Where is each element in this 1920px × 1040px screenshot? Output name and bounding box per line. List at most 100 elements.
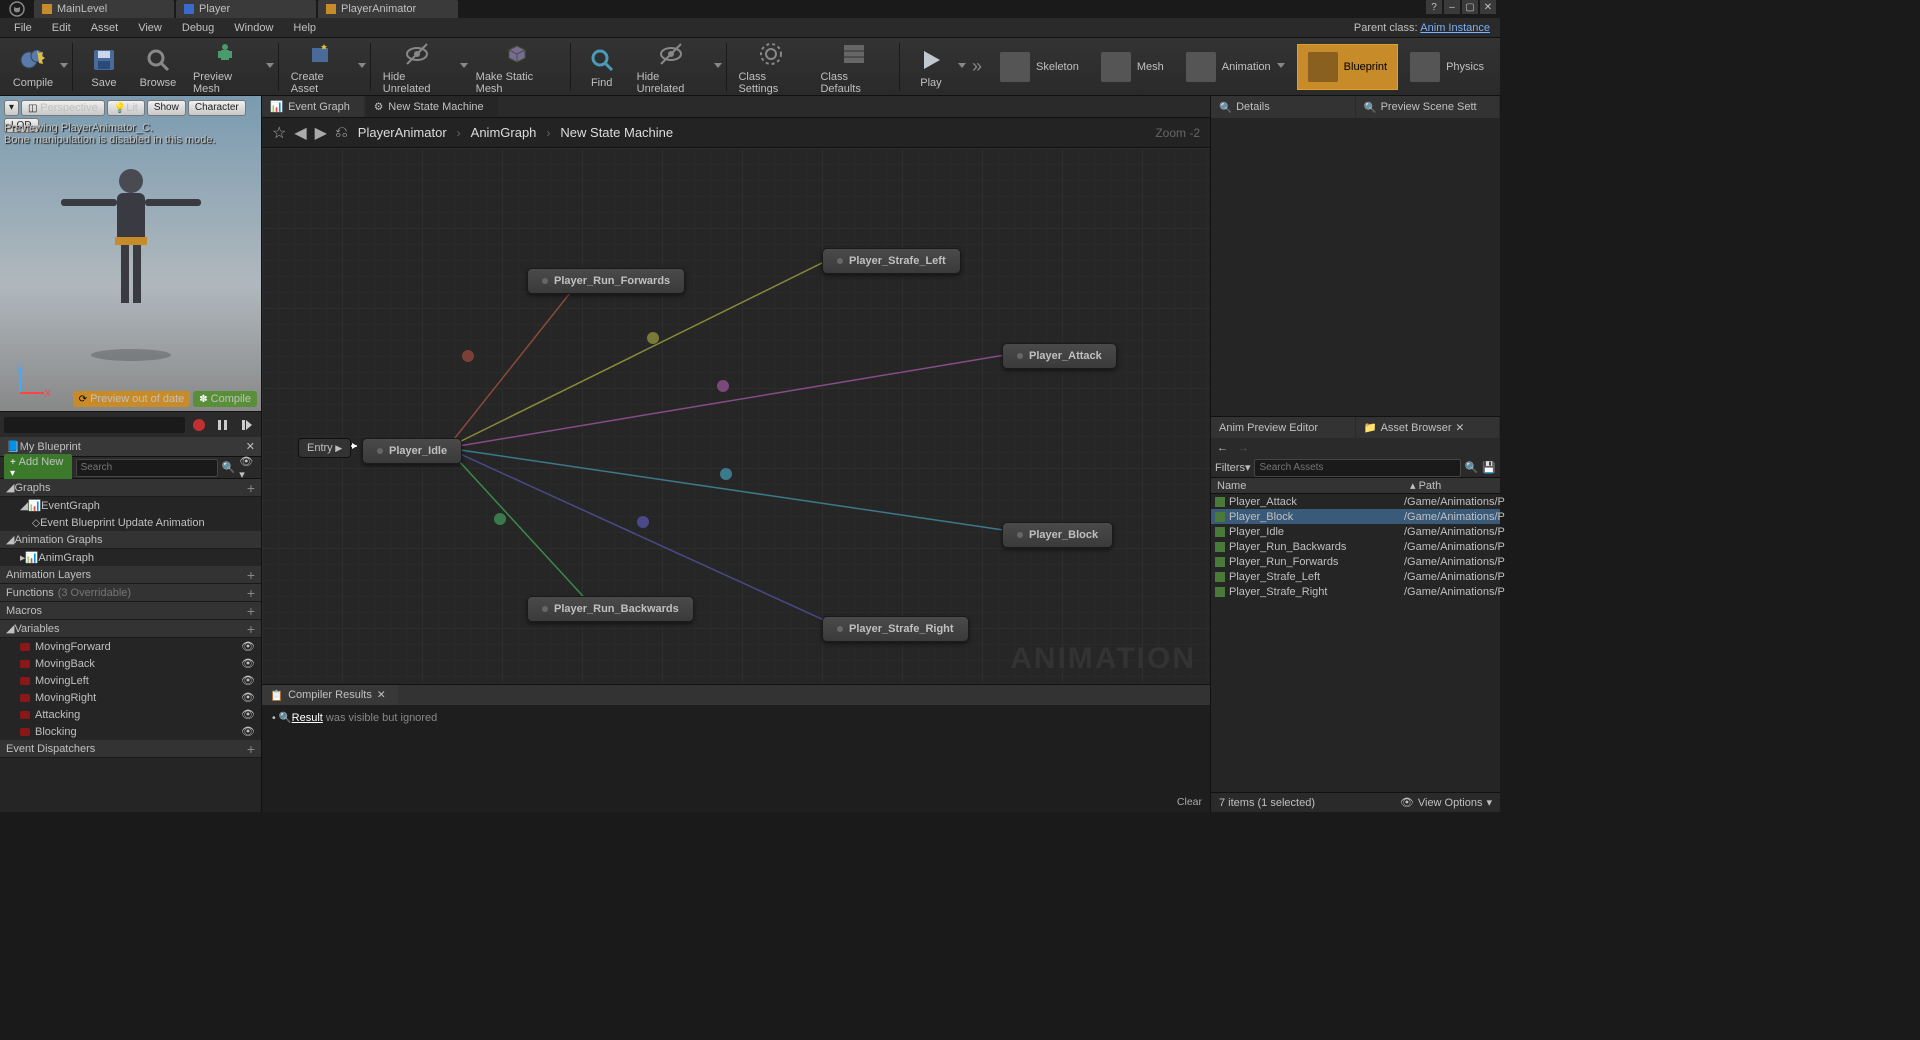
menu-asset[interactable]: Asset xyxy=(81,20,129,36)
asset-row[interactable]: Player_Strafe_Left/Game/Animations/P xyxy=(1211,569,1500,584)
var-movingright[interactable]: MovingRight👁 xyxy=(0,689,261,706)
create-asset-button[interactable]: Create Asset xyxy=(283,37,358,97)
menu-file[interactable]: File xyxy=(4,20,42,36)
compile-dropdown[interactable] xyxy=(60,63,68,71)
var-movingback[interactable]: MovingBack👁 xyxy=(0,655,261,672)
nav-back-button[interactable]: ◀ xyxy=(294,123,306,143)
var-movingforward[interactable]: MovingForward👁 xyxy=(0,638,261,655)
pause-button[interactable] xyxy=(213,415,233,435)
compiler-results-tab[interactable]: 📋 Compiler Results ✕ xyxy=(262,685,398,705)
transition-dot[interactable] xyxy=(494,513,506,525)
search-icon[interactable]: 🔍 xyxy=(1465,461,1479,474)
tab-asset-browser[interactable]: 📁 Asset Browser ✕ xyxy=(1356,417,1500,438)
mode-mesh[interactable]: Mesh xyxy=(1091,44,1174,90)
node-player-idle[interactable]: Player_Idle xyxy=(362,438,462,464)
make-static-mesh-button[interactable]: Make Static Mesh xyxy=(468,37,566,97)
var-movingleft[interactable]: MovingLeft👁 xyxy=(0,672,261,689)
var-visibility-icon[interactable]: 👁 xyxy=(241,691,255,704)
save-filter-icon[interactable]: 💾 xyxy=(1482,461,1496,474)
tab-new-state-machine[interactable]: ⚙ New State Machine xyxy=(366,96,498,117)
asset-row[interactable]: Player_Run_Forwards/Game/Animations/P xyxy=(1211,554,1500,569)
parent-class-link[interactable]: Anim Instance xyxy=(1420,22,1490,34)
viewport-lit-button[interactable]: 💡Lit xyxy=(107,100,145,116)
section-macros[interactable]: Macros+ xyxy=(0,602,261,620)
transition-dot[interactable] xyxy=(720,468,732,480)
mode-blueprint[interactable]: Blueprint xyxy=(1297,44,1398,90)
class-settings-button[interactable]: Class Settings xyxy=(730,37,812,97)
menu-window[interactable]: Window xyxy=(224,20,283,36)
menu-edit[interactable]: Edit xyxy=(42,20,81,36)
create-asset-dropdown[interactable] xyxy=(358,63,366,71)
asset-nav-forward[interactable]: → xyxy=(1238,442,1249,454)
class-defaults-button[interactable]: Class Defaults xyxy=(812,37,895,97)
node-player-strafe-left[interactable]: Player_Strafe_Left xyxy=(822,248,961,274)
filters-dropdown[interactable]: Filters▾ xyxy=(1215,461,1250,474)
mode-skeleton[interactable]: Skeleton xyxy=(990,44,1089,90)
asset-row[interactable]: Player_Attack/Game/Animations/P xyxy=(1211,494,1500,509)
asset-row[interactable]: Player_Strafe_Right/Game/Animations/P xyxy=(1211,584,1500,599)
asset-row[interactable]: Player_Block/Game/Animations/P xyxy=(1211,509,1500,524)
my-blueprint-tree[interactable]: ◢Graphs+ ◢📊 EventGraph ◇ Event Blueprint… xyxy=(0,479,261,812)
add-dispatcher-icon[interactable]: + xyxy=(247,741,255,757)
node-player-run-backwards[interactable]: Player_Run_Backwards xyxy=(527,596,694,622)
asset-nav-back[interactable]: ← xyxy=(1217,442,1228,454)
my-blueprint-close-icon[interactable]: ✕ xyxy=(246,440,255,453)
preview-mesh-dropdown[interactable] xyxy=(266,63,274,71)
tab-mainlevel[interactable]: MainLevel xyxy=(34,0,174,18)
transition-dot[interactable] xyxy=(637,516,649,528)
item-animgraph[interactable]: ▸📊 AnimGraph xyxy=(0,549,261,566)
viewport-options-button[interactable]: ▾ xyxy=(4,100,19,116)
add-variable-icon[interactable]: + xyxy=(247,621,255,637)
preview-mesh-button[interactable]: Preview Mesh xyxy=(185,37,266,97)
crumb-animgraph[interactable]: AnimGraph xyxy=(471,125,537,140)
modes-overflow-icon[interactable]: » xyxy=(966,56,988,77)
nav-forward-button[interactable]: ▶ xyxy=(315,123,327,143)
section-animation-layers[interactable]: Animation Layers+ xyxy=(0,566,261,584)
search-icon[interactable]: 🔍 xyxy=(222,461,236,474)
viewport-character-button[interactable]: Character xyxy=(188,100,246,116)
compiler-clear-button[interactable]: Clear xyxy=(1177,796,1202,808)
section-functions[interactable]: Functions (3 Overridable)+ xyxy=(0,584,261,602)
viewport-show-button[interactable]: Show xyxy=(147,100,186,116)
add-macro-icon[interactable]: + xyxy=(247,603,255,619)
node-player-run-forwards[interactable]: Player_Run_Forwards xyxy=(527,268,685,294)
add-function-icon[interactable]: + xyxy=(247,585,255,601)
step-button[interactable] xyxy=(237,415,257,435)
asset-row[interactable]: Player_Idle/Game/Animations/P xyxy=(1211,524,1500,539)
mode-animation[interactable]: Animation xyxy=(1176,44,1295,90)
entry-node[interactable]: Entry ▶ xyxy=(298,438,351,458)
transition-dot[interactable] xyxy=(717,380,729,392)
viewport-perspective-button[interactable]: ◫ Perspective xyxy=(21,100,105,116)
state-machine-graph[interactable]: Entry ▶ Player_Idle Player_Run_Forwards … xyxy=(262,148,1210,684)
node-player-block[interactable]: Player_Block xyxy=(1002,522,1113,548)
var-blocking[interactable]: Blocking👁 xyxy=(0,723,261,740)
browse-button[interactable]: Browse xyxy=(131,43,185,91)
find-button[interactable]: Find xyxy=(575,43,629,91)
compile-button[interactable]: Compile xyxy=(6,43,60,91)
var-visibility-icon[interactable]: 👁 xyxy=(241,657,255,670)
transition-dot[interactable] xyxy=(462,350,474,362)
hide-unrelated2-dropdown[interactable] xyxy=(714,63,722,71)
view-options-button[interactable]: 👁 View Options▾ xyxy=(1400,796,1492,809)
preview-viewport[interactable]: ▾ ◫ Perspective 💡Lit Show Character LOD … xyxy=(0,96,261,411)
add-layer-icon[interactable]: + xyxy=(247,567,255,583)
preview-out-of-date-badge[interactable]: ⟳ Preview out of date xyxy=(73,391,191,407)
asset-row[interactable]: Player_Run_Backwards/Game/Animations/P xyxy=(1211,539,1500,554)
play-button[interactable]: Play xyxy=(904,43,958,91)
asset-list[interactable]: Player_Attack/Game/Animations/P Player_B… xyxy=(1211,494,1500,792)
var-visibility-icon[interactable]: 👁 xyxy=(241,725,255,738)
item-event-bp-update[interactable]: ◇ Event Blueprint Update Animation xyxy=(0,514,261,531)
eye-filter-icon[interactable]: 👁▾ xyxy=(239,455,257,481)
hide-unrelated-dropdown[interactable] xyxy=(460,63,468,71)
preview-compile-button[interactable]: ✽ Compile xyxy=(193,391,257,407)
var-attacking[interactable]: Attacking👁 xyxy=(0,706,261,723)
transition-dot[interactable] xyxy=(647,332,659,344)
menu-debug[interactable]: Debug xyxy=(172,20,224,36)
crumb-newstatemachine[interactable]: New State Machine xyxy=(560,125,673,140)
mode-physics[interactable]: Physics xyxy=(1400,44,1494,90)
menu-view[interactable]: View xyxy=(128,20,172,36)
save-button[interactable]: Save xyxy=(77,43,131,91)
node-player-strafe-right[interactable]: Player_Strafe_Right xyxy=(822,616,969,642)
node-player-attack[interactable]: Player_Attack xyxy=(1002,343,1117,369)
menu-help[interactable]: Help xyxy=(283,20,326,36)
